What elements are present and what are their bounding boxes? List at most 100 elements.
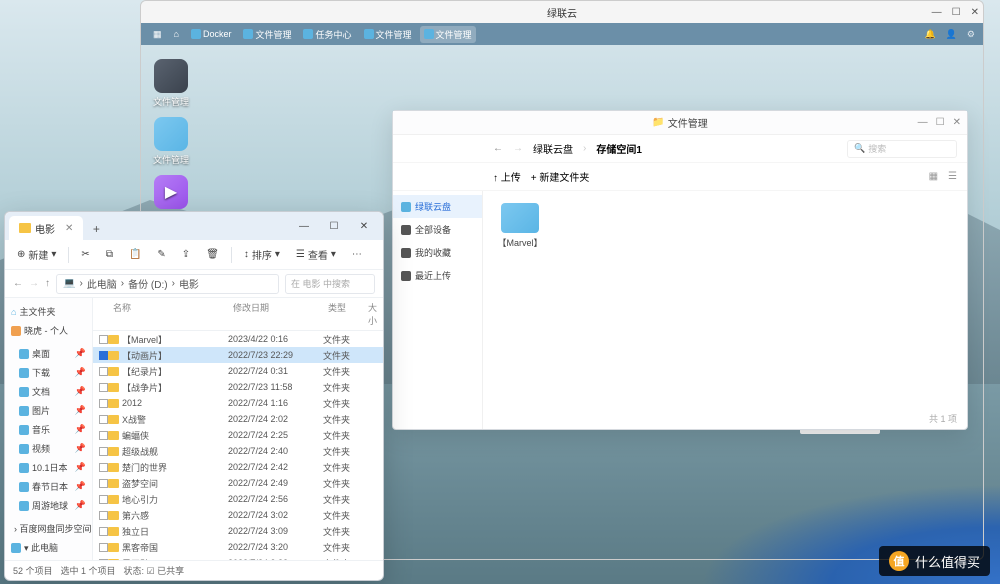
fm-main-area[interactable]: 【Marvel】 共 1 项 — [483, 191, 967, 429]
checkbox[interactable] — [99, 431, 108, 440]
close-button[interactable]: ✕ — [971, 7, 979, 18]
list-item[interactable]: 第六感 2022/7/24 3:02文件夹 — [93, 507, 383, 523]
fm-sidebar-item[interactable]: 绿联云盘 — [393, 195, 482, 218]
folder-marvel[interactable]: 【Marvel】 — [495, 203, 545, 249]
checkbox[interactable] — [99, 511, 108, 520]
sidebar-item[interactable]: 10.1日本📌 — [5, 458, 92, 477]
address-bar[interactable]: 💻 › 此电脑 › 备份 (D:) › 电影 — [56, 274, 279, 294]
list-item[interactable]: 楚门的世界 2022/7/24 2:42文件夹 — [93, 459, 383, 475]
menu-files-3[interactable]: 文件管理 — [420, 26, 476, 43]
breadcrumb-2[interactable]: 存储空间1 — [596, 141, 642, 156]
checkbox[interactable] — [99, 367, 108, 376]
view-grid-icon[interactable]: ▦ — [929, 171, 938, 182]
list-item[interactable]: 【战争片】 2022/7/23 11:58文件夹 — [93, 379, 383, 395]
sidebar-item[interactable]: 周游地球📌 — [5, 496, 92, 515]
desktop-icon-1[interactable]: 文件管理 — [149, 59, 193, 108]
home-icon[interactable]: ⌂ — [170, 27, 183, 41]
nav-forward-icon[interactable]: → — [29, 278, 39, 289]
minimize-button[interactable]: — — [932, 7, 942, 18]
list-item[interactable]: 黑天鹅 2022/7/24 3:32文件夹 — [93, 555, 383, 560]
list-item[interactable]: 独立日 2022/7/24 3:09文件夹 — [93, 523, 383, 539]
gear-icon[interactable]: ⚙ — [967, 29, 975, 40]
sidebar-item[interactable]: › 百度网盘同步空间 — [5, 519, 92, 538]
list-item[interactable]: 黑客帝国 2022/7/24 3:20文件夹 — [93, 539, 383, 555]
menu-files-1[interactable]: 文件管理 — [239, 26, 295, 43]
more-button[interactable]: ⋯ — [348, 246, 366, 263]
fm-titlebar[interactable]: 📁 文件管理 — ☐ ✕ — [393, 111, 967, 135]
list-item[interactable]: 【动画片】 2022/7/23 22:29文件夹 — [93, 347, 383, 363]
checkbox[interactable] — [99, 463, 108, 472]
view-list-icon[interactable]: ☰ — [948, 171, 957, 182]
exp-maximize-button[interactable]: ☐ — [319, 212, 349, 240]
checkbox[interactable] — [99, 447, 108, 456]
explorer-search-input[interactable]: 在 电影 中搜索 — [285, 274, 375, 294]
checkbox[interactable] — [99, 399, 108, 408]
new-tab-button[interactable]: + — [83, 218, 109, 240]
menu-tasks[interactable]: 任务中心 — [299, 26, 355, 43]
fm-search-input[interactable]: 🔍 搜索 — [847, 140, 957, 158]
new-button[interactable]: ⊕ 新建 ▾ — [13, 244, 60, 265]
nav-up-icon[interactable]: ↑ — [45, 278, 50, 289]
breadcrumb-1[interactable]: 绿联云盘 — [533, 141, 573, 156]
checkbox[interactable] — [99, 479, 108, 488]
sidebar-item[interactable]: 文档📌 — [5, 382, 92, 401]
list-item[interactable]: 【纪录片】 2022/7/24 0:31文件夹 — [93, 363, 383, 379]
back-button[interactable]: ← — [493, 143, 503, 154]
checkbox[interactable] — [99, 415, 108, 424]
sidebar-item[interactable]: ⌂ 主文件夹 — [5, 302, 92, 321]
list-item[interactable]: 盗梦空间 2022/7/24 2:49文件夹 — [93, 475, 383, 491]
desktop-icon-2[interactable]: 文件管理 — [149, 117, 193, 166]
desktop-icon-3[interactable]: ▶ — [149, 175, 193, 211]
sidebar-item[interactable]: 音乐📌 — [5, 420, 92, 439]
user-icon[interactable]: 👤 — [946, 29, 957, 40]
list-item[interactable]: 2012 2022/7/24 1:16文件夹 — [93, 395, 383, 411]
apps-icon[interactable]: ▦ — [149, 27, 166, 42]
sidebar-item[interactable]: 春节日本📌 — [5, 477, 92, 496]
fm-sidebar-item[interactable]: 我的收藏 — [393, 241, 482, 264]
exp-minimize-button[interactable]: — — [289, 212, 319, 240]
cut-icon[interactable]: ✂ — [77, 246, 93, 263]
checkbox[interactable] — [99, 527, 108, 536]
bell-icon[interactable]: 🔔 — [924, 29, 935, 40]
checkbox[interactable] — [99, 559, 108, 561]
list-item[interactable]: X战警 2022/7/24 2:02文件夹 — [93, 411, 383, 427]
new-folder-button[interactable]: + 新建文件夹 — [531, 169, 590, 184]
menu-files-2[interactable]: 文件管理 — [360, 26, 416, 43]
column-headers[interactable]: 名称 修改日期 类型 大小 — [93, 298, 383, 331]
list-item[interactable]: 地心引力 2022/7/24 2:56文件夹 — [93, 491, 383, 507]
tab-close-icon[interactable]: ✕ — [65, 223, 73, 234]
nav-back-icon[interactable]: ← — [13, 278, 23, 289]
explorer-tab[interactable]: 电影 ✕ — [9, 216, 83, 240]
maximize-button[interactable]: ☐ — [952, 7, 961, 18]
upload-button[interactable]: ↑ 上传 — [493, 169, 521, 184]
menu-docker[interactable]: Docker — [187, 27, 236, 41]
view-button[interactable]: ☰ 查看 ▾ — [292, 244, 340, 265]
list-item[interactable]: 【Marvel】 2023/4/22 0:16文件夹 — [93, 331, 383, 347]
sidebar-item[interactable]: ▾ 此电脑 — [5, 538, 92, 557]
checkbox[interactable] — [99, 335, 108, 344]
fm-minimize-button[interactable]: — — [918, 117, 928, 128]
fm-sidebar-item[interactable]: 最近上传 — [393, 264, 482, 287]
fm-sidebar-item[interactable]: 全部设备 — [393, 218, 482, 241]
sidebar-item[interactable]: 下载📌 — [5, 363, 92, 382]
sidebar-item[interactable]: 晓虎 - 个人 — [5, 321, 92, 340]
forward-button[interactable]: → — [513, 143, 523, 154]
checkbox[interactable] — [99, 383, 108, 392]
fm-close-button[interactable]: ✕ — [953, 117, 961, 128]
paste-icon[interactable]: 📋 — [125, 246, 145, 263]
checkbox[interactable] — [99, 495, 108, 504]
exp-close-button[interactable]: ✕ — [349, 212, 379, 240]
checkbox[interactable] — [99, 543, 108, 552]
share-icon[interactable]: ⇪ — [178, 246, 194, 263]
copy-icon[interactable]: ⧉ — [102, 246, 117, 263]
delete-icon[interactable]: 🗑 — [202, 246, 223, 263]
list-item[interactable]: 超级战舰 2022/7/24 2:40文件夹 — [93, 443, 383, 459]
sidebar-item[interactable]: 图片📌 — [5, 401, 92, 420]
sidebar-item[interactable]: 视频📌 — [5, 439, 92, 458]
list-item[interactable]: 蝙蝠侠 2022/7/24 2:25文件夹 — [93, 427, 383, 443]
sidebar-item[interactable]: 桌面📌 — [5, 344, 92, 363]
rename-icon[interactable]: ✎ — [153, 246, 169, 263]
fm-maximize-button[interactable]: ☐ — [936, 117, 945, 128]
cloud-titlebar[interactable]: 绿联云 — ☐ ✕ — [141, 1, 983, 23]
sort-button[interactable]: ↕ 排序 ▾ — [240, 244, 284, 265]
